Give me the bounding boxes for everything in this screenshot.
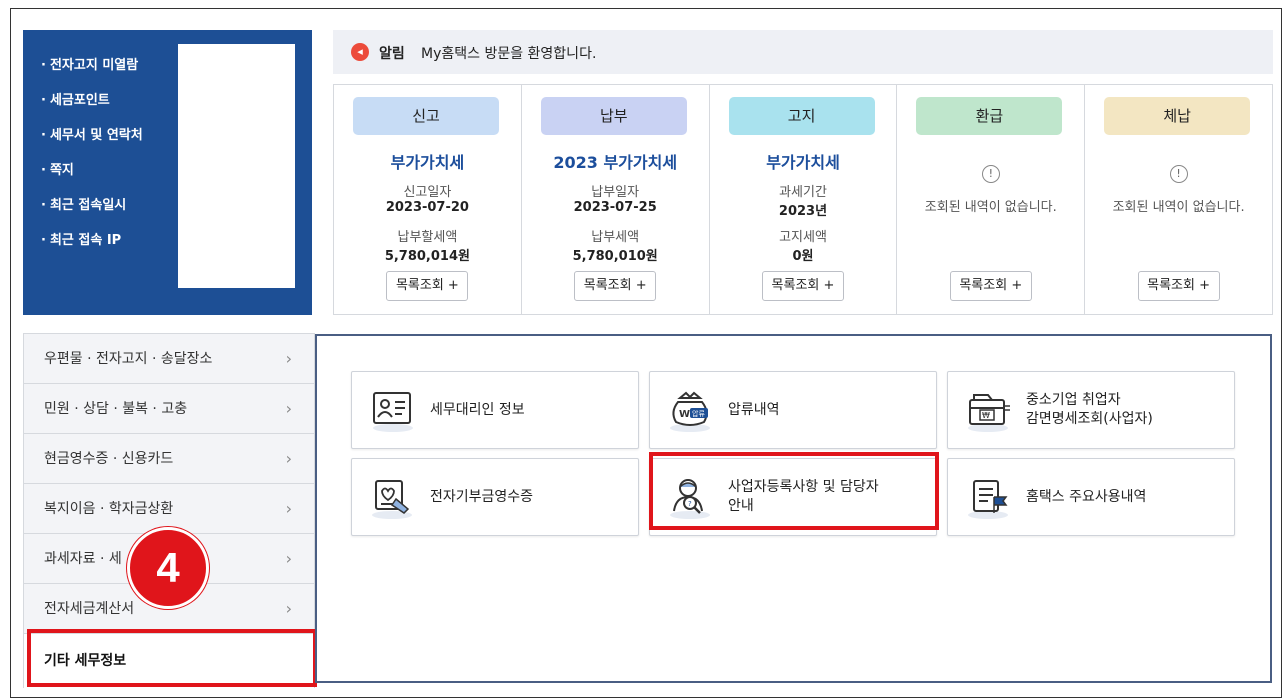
- agent-card-icon: [373, 392, 413, 432]
- side-item-label: 현금영수증 · 신용카드: [44, 451, 174, 467]
- list-view-button[interactable]: 목록조회 +: [761, 271, 844, 301]
- info-item-last-login: 최근 접속일시: [41, 196, 143, 231]
- megaphone-icon: ◂: [351, 43, 369, 61]
- status-card-notice: 고지 부가가치세 과세기간 2023년 고지세액 0원 목록조회 +: [710, 85, 898, 314]
- tile-tax-agent-info[interactable]: 세무대리인 정보: [351, 371, 639, 449]
- status-head: 신고: [353, 97, 499, 135]
- highlight-box-menu: [27, 629, 317, 687]
- info-values-redacted: [178, 44, 295, 288]
- tile-label: 홈택스 주요사용내역: [1026, 488, 1147, 505]
- notice-text: My홈택스 방문을 환영합니다.: [421, 46, 597, 62]
- list-view-button[interactable]: 목록조회 +: [386, 271, 469, 301]
- status-value: 2023년: [778, 204, 828, 219]
- chevron-right-icon: ›: [285, 399, 292, 418]
- status-card-arrears: 체납 ! 조회된 내역이 없습니다. 목록조회 +: [1085, 85, 1272, 314]
- chevron-right-icon: ›: [285, 549, 292, 568]
- status-label: 납부세액: [591, 230, 640, 245]
- status-head: 고지: [728, 97, 875, 135]
- tile-label: 전자기부금영수증: [430, 488, 534, 505]
- list-view-button[interactable]: 목록조회 +: [949, 271, 1032, 301]
- tile-e-donation-receipt[interactable]: 전자기부금영수증: [351, 458, 639, 536]
- status-card-filing: 신고 부가가치세 신고일자 2023-07-20 납부할세액 5,780,014…: [334, 85, 522, 314]
- info-item-unread-notice[interactable]: 전자고지 미열람: [41, 56, 143, 91]
- info-item-last-ip: 최근 접속 IP: [41, 231, 143, 266]
- tile-label: 세무대리인 정보: [430, 401, 525, 418]
- status-head: 납부: [540, 97, 687, 135]
- svg-text:₩: ₩: [982, 411, 990, 420]
- status-value: 0원: [792, 249, 814, 264]
- tile-hometax-usage-history[interactable]: 홈택스 주요사용내역: [947, 458, 1235, 536]
- tile-label: 중소기업 취업자 감면명세조회(사업자): [1026, 392, 1153, 427]
- info-item-tax-points[interactable]: 세금포인트: [41, 91, 143, 126]
- list-view-button[interactable]: 목록조회 +: [574, 271, 657, 301]
- svg-text:압류: 압류: [692, 410, 705, 418]
- side-item-civil-petition[interactable]: 민원 · 상담 · 불복 · 고충 ›: [24, 384, 314, 434]
- info-item-tax-office[interactable]: 세무서 및 연락처: [41, 126, 143, 161]
- side-item-mail-notice[interactable]: 우편물 · 전자고지 · 송달장소 ›: [24, 334, 314, 384]
- tile-sme-employee-reduction[interactable]: ₩ 중소기업 취업자 감면명세조회(사업자): [947, 371, 1235, 449]
- side-item-label: 우편물 · 전자고지 · 송달장소: [44, 351, 213, 367]
- status-label: 신고일자: [403, 185, 452, 200]
- user-info-list: 전자고지 미열람 세금포인트 세무서 및 연락처 쪽지 최근 접속일시 최근 접…: [41, 56, 143, 266]
- chevron-right-icon: ›: [285, 599, 292, 618]
- svg-text:W: W: [679, 409, 690, 420]
- status-label: 고지세액: [779, 230, 827, 245]
- side-item-label: 복지이음 · 학자금상환: [44, 501, 174, 517]
- chevron-right-icon: ›: [285, 499, 292, 518]
- user-info-panel: 전자고지 미열람 세금포인트 세무서 및 연락처 쪽지 최근 접속일시 최근 접…: [23, 30, 312, 315]
- side-item-cash-receipt[interactable]: 현금영수증 · 신용카드 ›: [24, 434, 314, 484]
- tile-seizure-history[interactable]: W 압류 압류내역: [649, 371, 937, 449]
- status-label: 과세기간: [779, 185, 827, 200]
- status-value: 2023-07-25: [573, 200, 657, 215]
- info-alert-icon: !: [1169, 165, 1188, 183]
- status-label: 납부할세액: [397, 230, 458, 245]
- step-number-badge: 4: [127, 527, 209, 609]
- chevron-right-icon: ›: [285, 349, 292, 368]
- status-value: 5,780,010원: [572, 249, 658, 264]
- wallet-won-icon: ₩: [968, 394, 1010, 432]
- side-item-label: 민원 · 상담 · 불복 · 고충: [44, 401, 188, 417]
- status-value: 5,780,014원: [384, 249, 470, 264]
- donation-receipt-icon: [372, 480, 412, 519]
- status-title[interactable]: 2023 부가가치세: [522, 149, 709, 173]
- status-title[interactable]: 부가가치세: [710, 149, 897, 173]
- side-item-label: 전자세금계산서: [44, 601, 135, 617]
- status-title[interactable]: 부가가치세: [334, 149, 521, 173]
- tile-label: 압류내역: [728, 401, 780, 418]
- info-item-messages[interactable]: 쪽지: [41, 161, 143, 196]
- status-head: 환급: [916, 97, 1063, 135]
- status-value: 2023-07-20: [385, 200, 469, 215]
- chevron-right-icon: ›: [285, 449, 292, 468]
- tax-status-cards: 신고 부가가치세 신고일자 2023-07-20 납부할세액 5,780,014…: [333, 84, 1273, 315]
- info-alert-icon: !: [981, 165, 1000, 183]
- list-view-button[interactable]: 목록조회 +: [1137, 271, 1220, 301]
- status-head: 체납: [1104, 97, 1251, 135]
- status-empty-message: 조회된 내역이 없습니다.: [1112, 200, 1245, 215]
- seizure-bag-icon: W 압류: [670, 391, 710, 432]
- notice-bar: ◂ 알림 My홈택스 방문을 환영합니다.: [333, 30, 1273, 74]
- notice-label: 알림: [379, 46, 405, 62]
- document-flag-icon: [968, 480, 1008, 519]
- status-card-refund: 환급 ! 조회된 내역이 없습니다. 목록조회 +: [897, 85, 1086, 314]
- status-empty-message: 조회된 내역이 없습니다.: [924, 200, 1057, 215]
- highlight-box-tile: [649, 452, 939, 530]
- side-item-label: 과세자료 · 세: [44, 551, 122, 567]
- status-card-payment: 납부 2023 부가가치세 납부일자 2023-07-25 납부세액 5,780…: [522, 85, 710, 314]
- status-label: 납부일자: [591, 185, 640, 200]
